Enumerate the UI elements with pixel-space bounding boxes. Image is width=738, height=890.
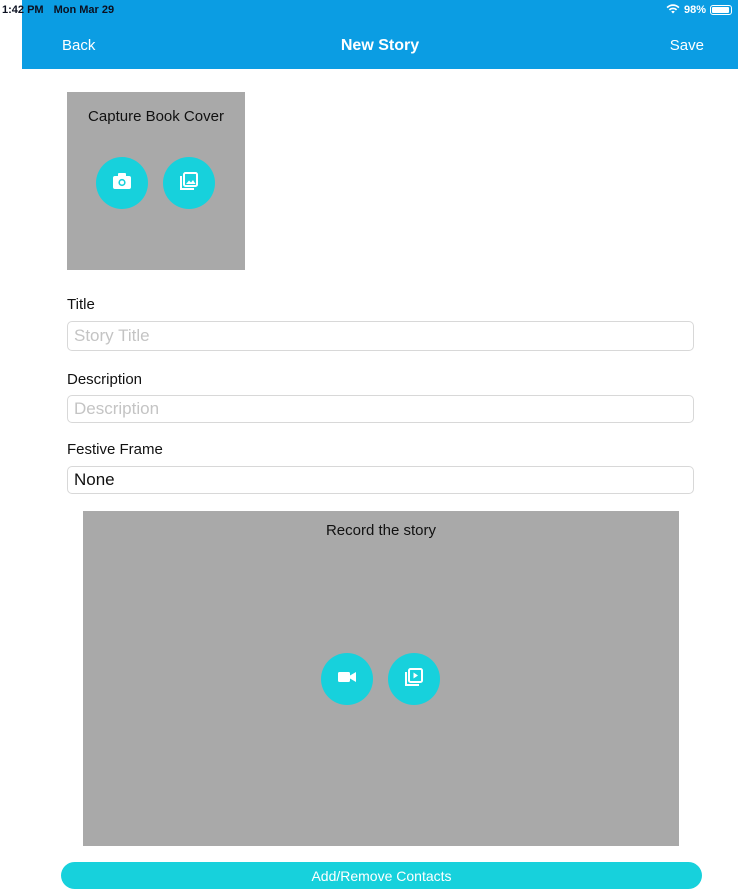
title-field [67, 321, 694, 351]
wifi-icon [666, 3, 680, 17]
take-photo-button[interactable] [96, 157, 148, 209]
story-title-input[interactable] [74, 326, 687, 346]
status-right: 98% [666, 0, 732, 20]
status-bar: 1:42 PM Mon Mar 29 98% [2, 0, 738, 20]
festive-frame-select[interactable]: None [67, 466, 694, 494]
description-field [67, 395, 694, 423]
page-title: New Story [340, 37, 420, 54]
battery-icon [710, 5, 732, 15]
record-title: Record the story [325, 522, 437, 539]
add-remove-contacts-button[interactable]: Add/Remove Contacts [61, 862, 702, 889]
status-time: 1:42 PM [2, 4, 44, 16]
navigation-bar: Back New Story Save [22, 20, 738, 69]
battery-percent: 98% [683, 4, 706, 16]
photo-library-icon [179, 171, 199, 196]
status-left: 1:42 PM Mon Mar 29 [0, 0, 124, 20]
save-button[interactable]: Save [670, 37, 704, 54]
festive-frame-label: Festive Frame [67, 441, 163, 458]
festive-frame-value: None [74, 470, 115, 489]
camera-icon [112, 172, 132, 195]
choose-video-button[interactable] [388, 653, 440, 705]
book-cover-panel: Capture Book Cover [67, 92, 245, 270]
new-story-screen: 1:42 PM Mon Mar 29 98% Back New Story Sa… [0, 0, 738, 890]
description-input[interactable] [74, 399, 687, 419]
video-library-icon [404, 667, 424, 692]
description-label: Description [67, 371, 143, 388]
title-label: Title [67, 296, 95, 313]
status-date: Mon Mar 29 [53, 4, 115, 16]
record-video-button[interactable] [321, 653, 373, 705]
cover-title: Capture Book Cover [88, 108, 224, 125]
record-story-panel: Record the story [83, 511, 679, 846]
choose-photo-button[interactable] [163, 157, 215, 209]
video-camera-icon [337, 670, 357, 689]
